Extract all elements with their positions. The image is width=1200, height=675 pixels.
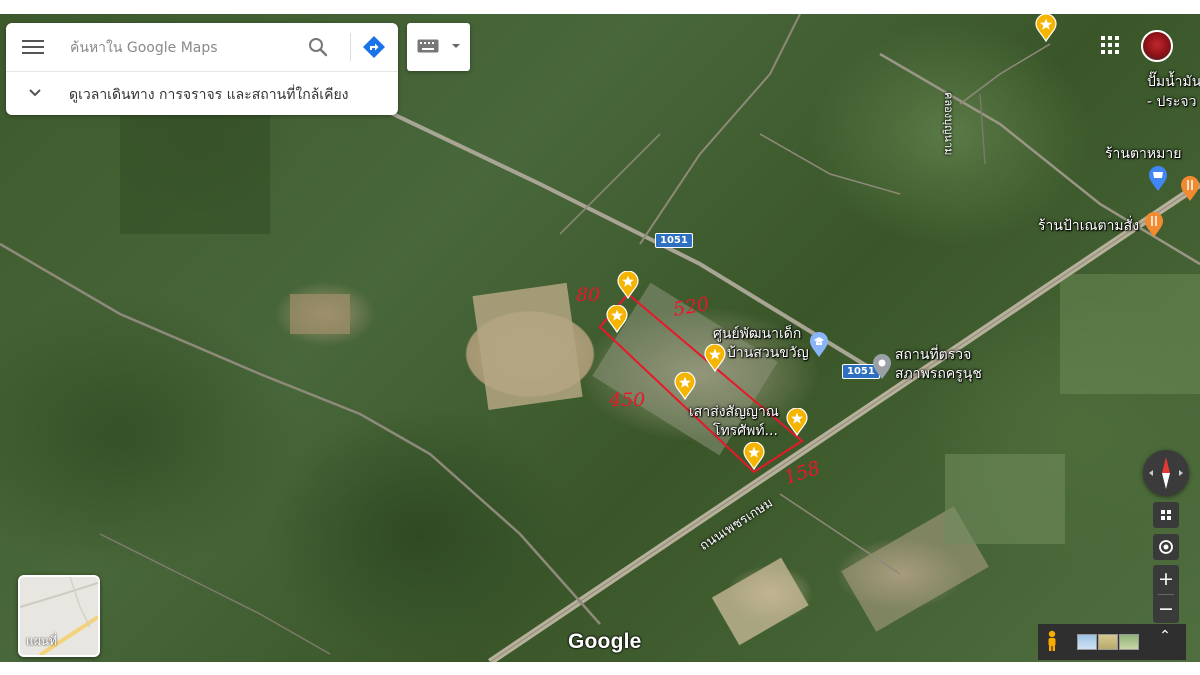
- search-input[interactable]: [68, 35, 302, 61]
- keyboard-icon[interactable]: [417, 39, 439, 53]
- canal-label: คลองบุญนาม: [942, 92, 955, 156]
- place-label-inspection-line2: สภาพรถครูนุช: [895, 366, 982, 382]
- route-1051-shield: 1051: [655, 233, 693, 248]
- search-panel: ดูเวลาเดินทาง การจราจร และสถานที่ใกล้เคี…: [6, 23, 398, 115]
- saved-place-pin[interactable]: [606, 305, 628, 333]
- divider: [350, 33, 351, 61]
- grid-icon: [1161, 510, 1171, 520]
- compass-control[interactable]: [1143, 450, 1189, 496]
- imagery-thumb-1[interactable]: [1077, 634, 1097, 650]
- place-label-child-center-line2: บ้านสวนขวัญ: [727, 345, 809, 361]
- place-label-gas-station[interactable]: ปั๊มน้ำมัน: [1147, 74, 1200, 91]
- search-row: [6, 23, 398, 72]
- apps-grid-icon[interactable]: [1101, 36, 1119, 54]
- saved-place-pin[interactable]: [704, 344, 726, 372]
- restaurant-place-icon[interactable]: [1144, 212, 1164, 238]
- place-label-gas-station-sub: - ประจว: [1147, 94, 1197, 110]
- place-label-child-center[interactable]: ศูนย์พัฒนาเด็ก: [713, 326, 801, 343]
- imagery-thumb-3[interactable]: [1119, 634, 1139, 650]
- shopping-place-icon[interactable]: [1148, 166, 1168, 192]
- layer-label: แผนที่: [26, 634, 57, 648]
- annotation-width-80: 80: [576, 284, 601, 306]
- expand-up-icon[interactable]: ⌃: [1157, 628, 1173, 650]
- pegman-icon[interactable]: [1044, 630, 1060, 652]
- saved-place-pin[interactable]: [674, 372, 696, 400]
- landmark-place-icon[interactable]: [872, 354, 892, 380]
- imagery-thumb-2[interactable]: [1098, 634, 1118, 650]
- directions-icon[interactable]: [362, 35, 386, 59]
- tilt-view-button[interactable]: [1153, 502, 1179, 528]
- place-label-ran-pa-net[interactable]: ร้านป้าเณตามสั่ง: [1038, 218, 1139, 235]
- saved-place-pin[interactable]: [1035, 14, 1057, 42]
- nearby-info-row[interactable]: ดูเวลาเดินทาง การจราจร และสถานที่ใกล้เคี…: [6, 72, 398, 115]
- my-location-button[interactable]: [1153, 534, 1179, 560]
- zoom-out-button[interactable]: −: [1153, 595, 1179, 623]
- menu-icon[interactable]: [22, 37, 44, 57]
- caret-down-icon[interactable]: [449, 39, 463, 53]
- nearby-info-text: ดูเวลาเดินทาง การจราจร และสถานที่ใกล้เคี…: [69, 87, 349, 103]
- chevron-down-icon[interactable]: [28, 86, 42, 100]
- input-tools-box: [407, 23, 470, 71]
- place-label-signal-tower-line2: โทรศัพท์...: [713, 423, 778, 439]
- saved-place-pin[interactable]: [786, 408, 808, 436]
- place-label-ran-ta-mai[interactable]: ร้านตาหมาย: [1105, 146, 1181, 163]
- restaurant-place-icon[interactable]: [1180, 176, 1200, 202]
- zoom-controls: + −: [1153, 565, 1179, 623]
- saved-place-pin[interactable]: [617, 271, 639, 299]
- school-place-icon[interactable]: [809, 332, 829, 358]
- location-icon: [1159, 540, 1173, 554]
- annotation-length-450: 450: [609, 389, 646, 411]
- place-label-signal-tower[interactable]: เสาส่งสัญญาณ: [689, 404, 779, 421]
- compass-icon: [1149, 457, 1183, 489]
- place-label-inspection[interactable]: สถานที่ตรวจ: [895, 347, 971, 364]
- search-icon[interactable]: [306, 35, 330, 59]
- google-logo: Google: [568, 630, 642, 653]
- avatar[interactable]: [1141, 30, 1173, 62]
- saved-place-pin[interactable]: [743, 442, 765, 470]
- zoom-in-button[interactable]: +: [1153, 565, 1179, 593]
- map-layer-switcher[interactable]: แผนที่: [18, 575, 100, 657]
